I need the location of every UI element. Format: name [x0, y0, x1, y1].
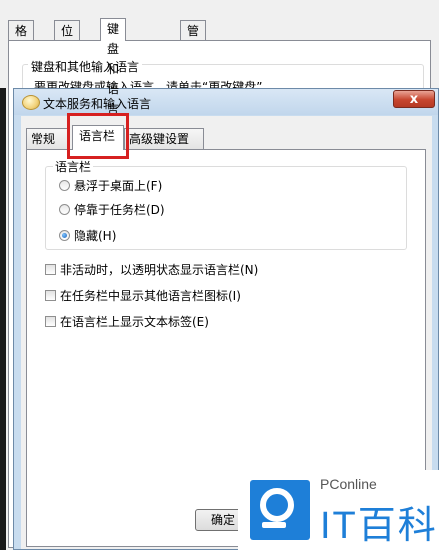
left-dark-edge [0, 88, 6, 550]
dialog-title: 文本服务和输入语言 [43, 97, 152, 111]
logo-ring [260, 488, 294, 522]
bg-tab-keyboard-language[interactable]: 键盘和语言 [100, 18, 127, 116]
group-title: 语言栏 [53, 158, 94, 175]
radio-circle[interactable] [59, 204, 70, 215]
bg-tab-admin[interactable]: 管理 [180, 20, 207, 58]
annotation-highlight-box [67, 113, 129, 159]
keyboard-app-icon [22, 95, 40, 110]
dialog-titlebar[interactable]: 文本服务和输入语言 x [14, 89, 438, 115]
watermark-brand: IT百科 [320, 505, 438, 547]
checkbox-box[interactable] [45, 316, 56, 327]
radio-circle[interactable] [59, 180, 70, 191]
tab-advanced-key-settings[interactable]: 高级键设置 [124, 128, 204, 149]
bg-tab-position[interactable]: 位置 [54, 20, 81, 58]
watermark-site-name: PConline [320, 476, 377, 492]
background-group-title: 键盘和其他输入语言 [28, 58, 143, 75]
checkbox-box[interactable] [45, 290, 56, 301]
radio-label: 悬浮于桌面上(F) [74, 179, 163, 193]
checkbox-box[interactable] [45, 264, 56, 275]
checkbox-label: 在语言栏上显示文本标签(E) [60, 315, 209, 329]
bg-tab-format[interactable]: 格式 [8, 20, 35, 58]
radio-circle-selected[interactable] [59, 230, 70, 241]
checkbox-label: 在任务栏中显示其他语言栏图标(I) [60, 289, 241, 303]
logo-stem [262, 522, 286, 528]
radio-label: 隐藏(H) [74, 229, 117, 243]
pconline-logo-icon [250, 480, 310, 540]
checkbox-label: 非活动时，以透明状态显示语言栏(N) [60, 263, 259, 277]
radio-label: 停靠于任务栏(D) [74, 203, 165, 217]
tab-general[interactable]: 常规 [26, 128, 70, 149]
close-button[interactable]: x [393, 90, 435, 108]
